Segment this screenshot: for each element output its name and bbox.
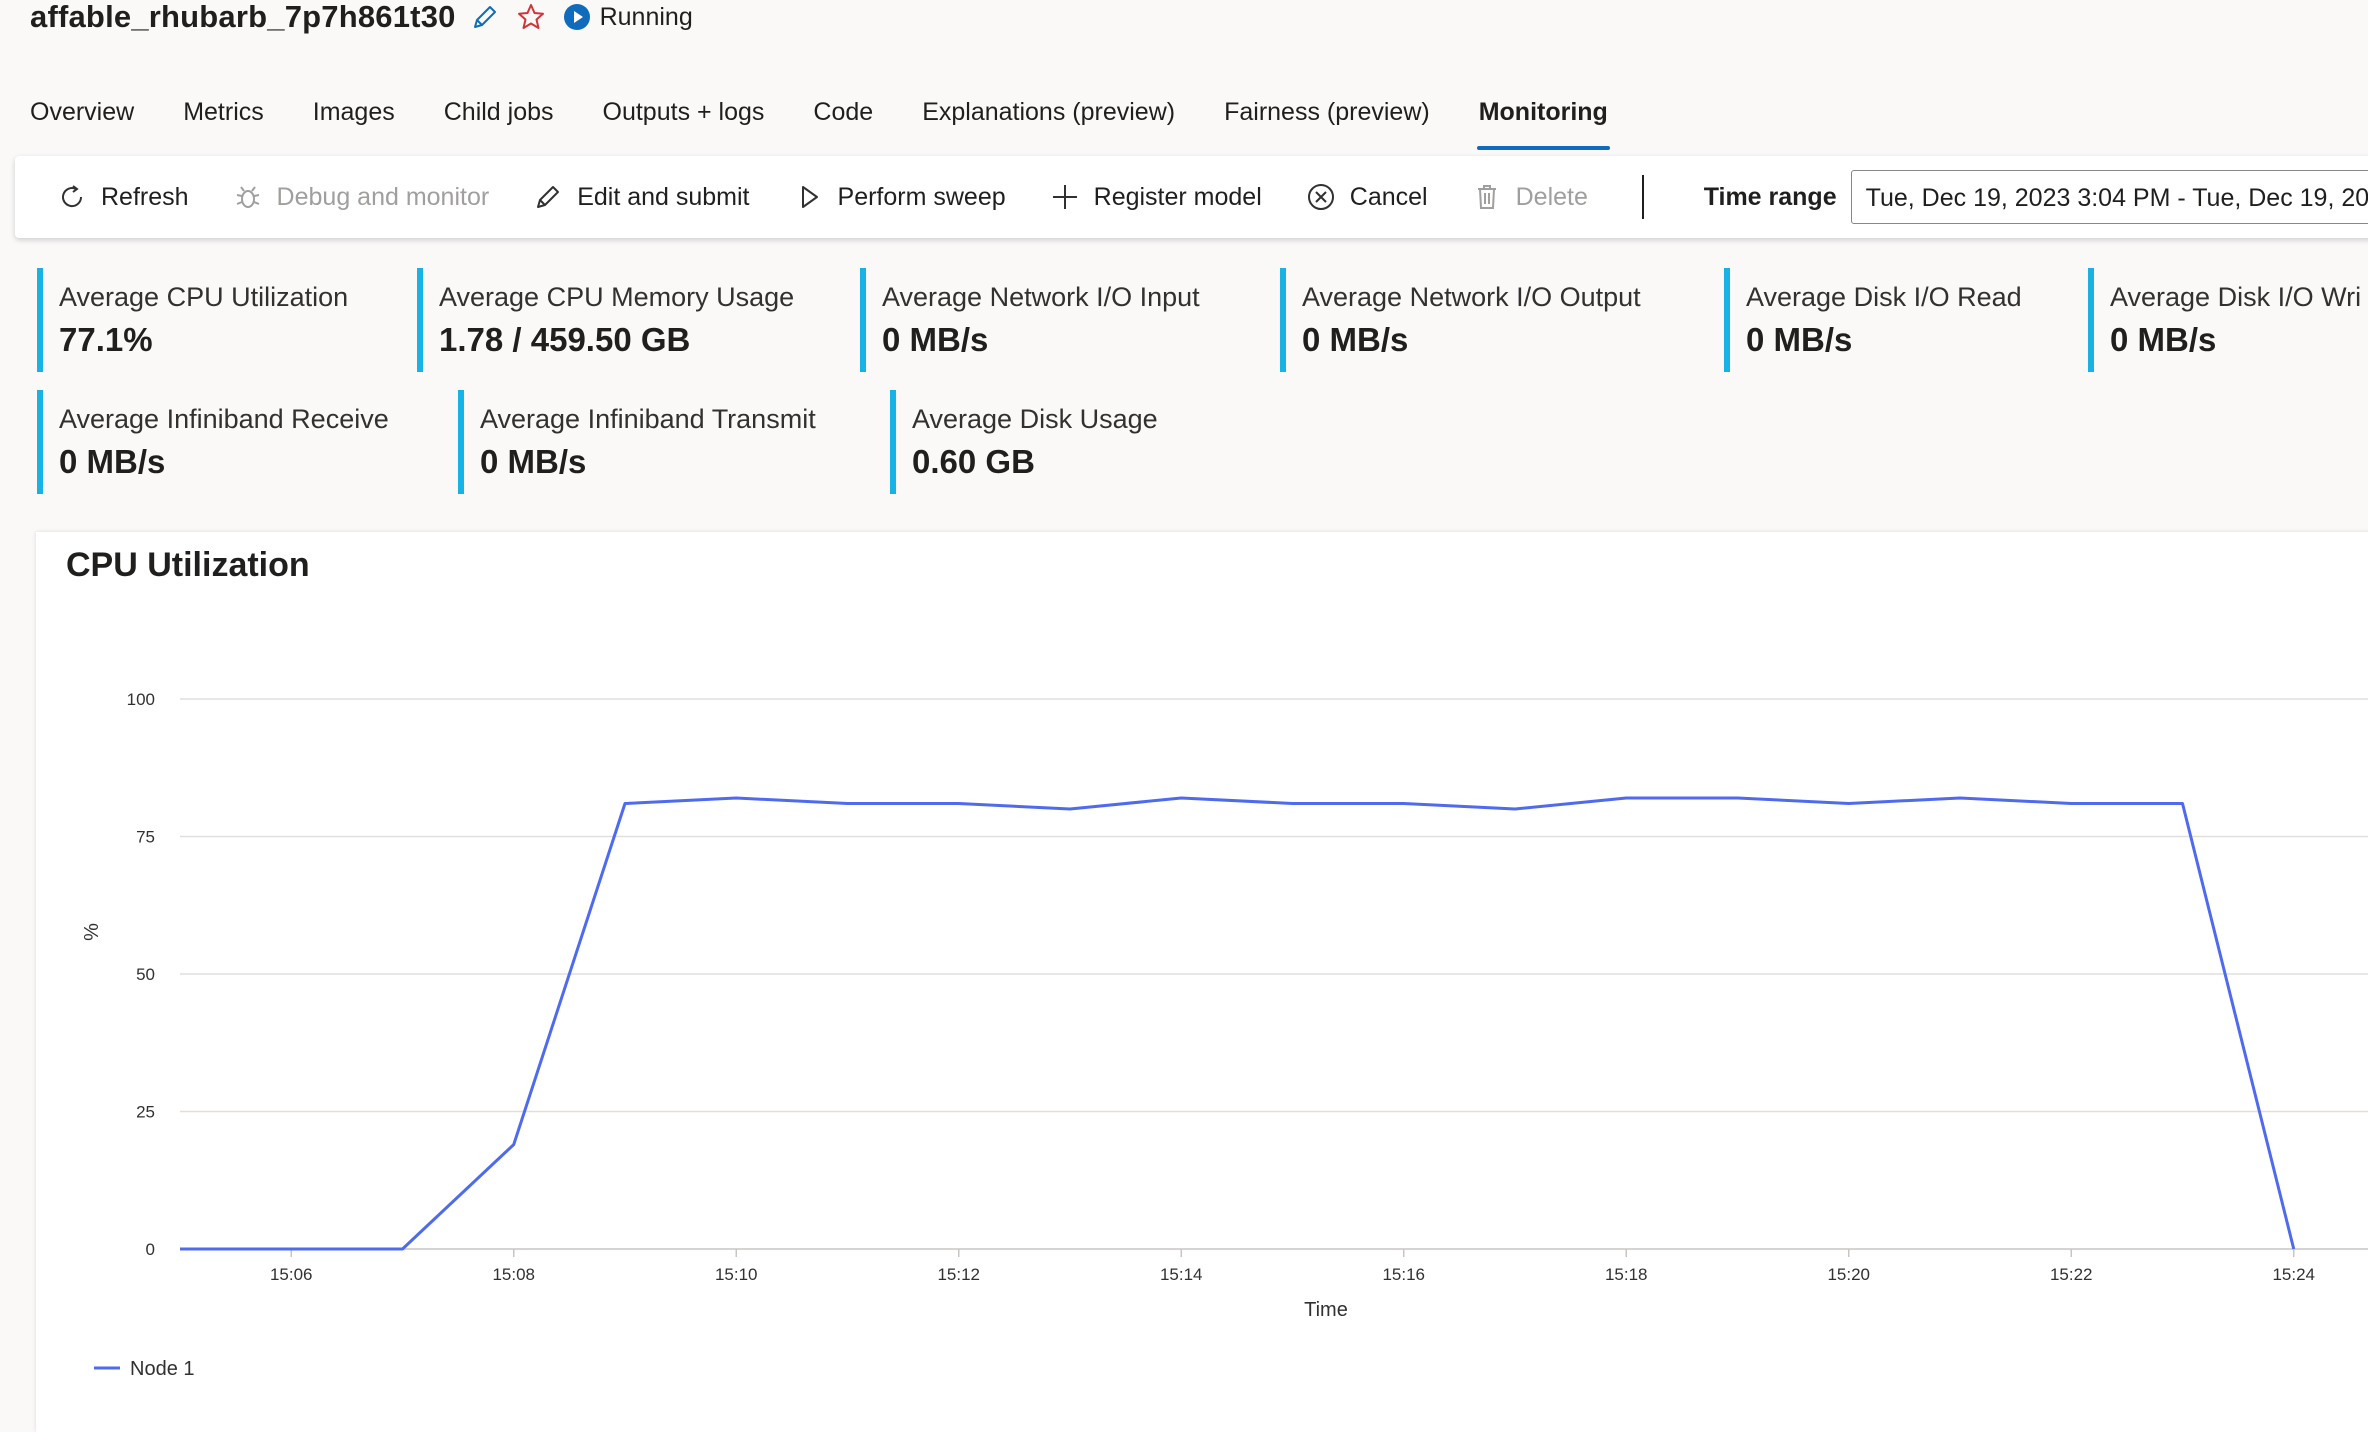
metric-value: 0 MB/s (1746, 321, 1853, 358)
tab-overview[interactable]: Overview (30, 92, 134, 150)
metric-label: Average CPU Memory Usage (439, 282, 795, 312)
metric-infiniband-transmit: Average Infiniband Transmit 0 MB/s (458, 390, 816, 494)
tab-explanations[interactable]: Explanations (preview) (922, 92, 1175, 150)
metric-disk-write: Average Disk I/O Wri 0 MB/s (2088, 268, 2361, 372)
cancel-button[interactable]: Cancel (1306, 182, 1428, 212)
metric-value: 77.1% (59, 321, 153, 358)
metric-label: Average Network I/O Output (1302, 282, 1641, 312)
metric-disk-read: Average Disk I/O Read 0 MB/s (1724, 268, 2022, 372)
tab-images[interactable]: Images (313, 92, 395, 150)
x-tick-label: 15:06 (270, 1265, 313, 1284)
tab-child-jobs[interactable]: Child jobs (444, 92, 554, 150)
time-range-input[interactable]: Tue, Dec 19, 2023 3:04 PM - Tue, Dec 19,… (1850, 170, 2368, 224)
plus-icon (1050, 182, 1080, 212)
perform-sweep-button[interactable]: Perform sweep (794, 182, 1006, 212)
job-title: affable_rhubarb_7p7h861t30 (30, 0, 456, 34)
x-tick-label: 15:24 (2272, 1265, 2315, 1284)
y-tick-label: 0 (146, 1240, 155, 1259)
metric-value: 0 MB/s (480, 443, 587, 480)
metric-value: 0 MB/s (882, 321, 989, 358)
register-model-label: Register model (1093, 182, 1262, 211)
star-icon[interactable] (516, 2, 546, 32)
delete-button[interactable]: Delete (1472, 182, 1588, 212)
bug-icon (233, 182, 263, 212)
y-tick-label: 50 (136, 965, 155, 984)
tab-bar: Overview Metrics Images Child jobs Outpu… (30, 92, 1657, 150)
x-tick-label: 15:14 (1160, 1265, 1203, 1284)
metric-label: Average Disk Usage (912, 404, 1158, 434)
metric-infiniband-receive: Average Infiniband Receive 0 MB/s (37, 390, 389, 494)
metric-value: 0 MB/s (2110, 321, 2217, 358)
x-tick-label: 15:12 (937, 1265, 980, 1284)
metric-label: Average Disk I/O Wri (2110, 282, 2362, 312)
x-tick-label: 15:20 (1827, 1265, 1870, 1284)
metric-label: Average Disk I/O Read (1746, 282, 2022, 312)
metric-network-input: Average Network I/O Input 0 MB/s (860, 268, 1200, 372)
trash-icon (1472, 182, 1502, 212)
legend-label: Node 1 (130, 1358, 195, 1380)
x-tick-label: 15:16 (1382, 1265, 1425, 1284)
time-range-label: Time range (1703, 182, 1837, 211)
x-tick-label: 15:10 (715, 1265, 758, 1284)
tab-code[interactable]: Code (813, 92, 873, 150)
status-text: Running (599, 2, 693, 31)
refresh-label: Refresh (101, 182, 189, 211)
tab-fairness[interactable]: Fairness (preview) (1224, 92, 1430, 150)
metric-label: Average CPU Utilization (59, 282, 349, 312)
refresh-icon (57, 182, 87, 212)
play-circle-icon (562, 2, 592, 32)
refresh-button[interactable]: Refresh (57, 182, 189, 212)
metric-label: Average Network I/O Input (882, 282, 1200, 312)
cpu-utilization-chart-card: CPU Utilization 0 25 50 75 100 15:06 15:08 15:1… (36, 532, 2368, 1432)
play-icon (794, 182, 824, 212)
x-axis-label: Time (1304, 1299, 1348, 1321)
metric-value: 0.60 GB (912, 443, 1035, 480)
toolbar-divider (1641, 175, 1644, 219)
job-header: affable_rhubarb_7p7h861t30 Running (30, 0, 693, 34)
metric-value: 0 MB/s (1302, 321, 1409, 358)
perform-sweep-label: Perform sweep (837, 182, 1006, 211)
status-badge: Running (562, 2, 693, 32)
series-line-node-1 (180, 796, 2296, 1251)
x-tick-label: 15:08 (492, 1265, 535, 1284)
metric-network-output: Average Network I/O Output 0 MB/s (1280, 268, 1641, 372)
edit-submit-button[interactable]: Edit and submit (533, 182, 750, 212)
x-tick-label: 15:22 (2050, 1265, 2093, 1284)
command-bar: Refresh Debug and monitor Edit and submi… (15, 156, 2368, 238)
pencil-icon[interactable] (470, 2, 500, 32)
y-tick-label: 100 (127, 690, 155, 709)
metric-disk-usage: Average Disk Usage 0.60 GB (890, 390, 1158, 494)
metric-label: Average Infiniband Receive (59, 404, 389, 434)
pencil-icon (533, 182, 563, 212)
metric-cpu-utilization: Average CPU Utilization 77.1% (37, 268, 348, 372)
debug-monitor-button[interactable]: Debug and monitor (233, 182, 490, 212)
delete-label: Delete (1515, 182, 1588, 211)
tab-metrics[interactable]: Metrics (183, 92, 264, 150)
tab-outputs-logs[interactable]: Outputs + logs (603, 92, 765, 150)
cancel-label: Cancel (1349, 182, 1428, 211)
metric-value: 0 MB/s (59, 443, 166, 480)
register-model-button[interactable]: Register model (1050, 182, 1262, 212)
metric-value: 1.78 / 459.50 GB (439, 321, 691, 358)
y-tick-label: 75 (136, 828, 155, 847)
edit-submit-label: Edit and submit (577, 182, 750, 211)
x-tick-label: 15:18 (1605, 1265, 1648, 1284)
debug-monitor-label: Debug and monitor (276, 182, 490, 211)
tab-monitoring[interactable]: Monitoring (1476, 92, 1610, 150)
metric-label: Average Infiniband Transmit (480, 404, 816, 434)
cancel-circle-icon (1306, 182, 1336, 212)
cpu-utilization-chart: 0 25 50 75 100 15:06 15:08 15:10 15:12 15:14 15:16… (81, 690, 2368, 1380)
y-tick-label: 25 (136, 1103, 155, 1122)
y-axis-label: % (81, 923, 103, 941)
metric-cpu-memory: Average CPU Memory Usage 1.78 / 459.50 G… (417, 268, 794, 372)
